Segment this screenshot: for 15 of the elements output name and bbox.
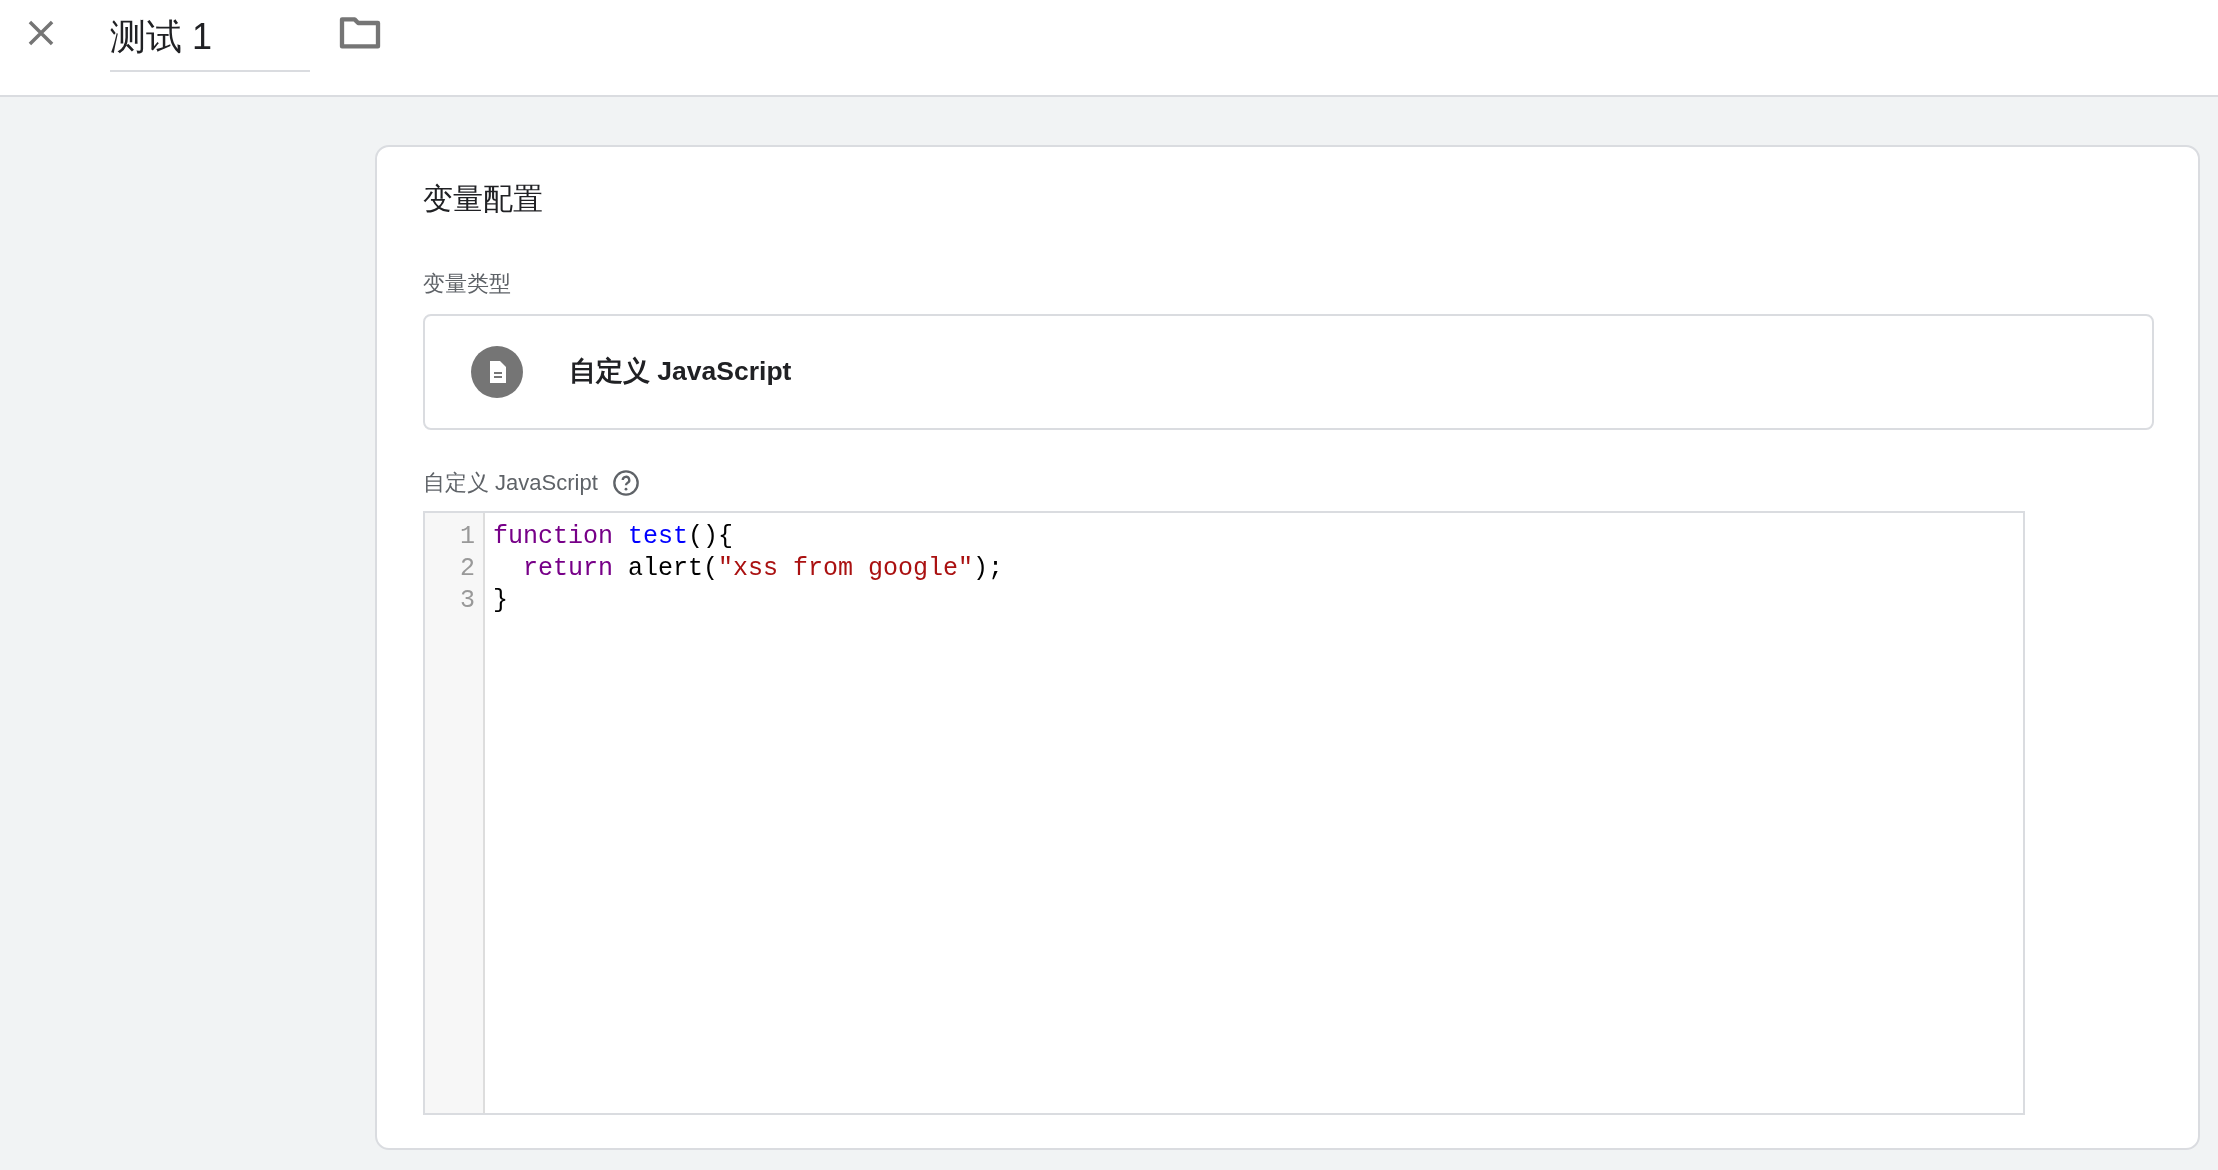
field-label: 变量类型 xyxy=(423,270,512,298)
code-line: function test(){ xyxy=(493,521,735,553)
line-number: 1 xyxy=(459,521,476,553)
code-editor[interactable]: 1 2 3 function test(){ return alert("xss from google"); } xyxy=(423,511,2025,1115)
document-icon xyxy=(471,346,523,398)
line-number: 2 xyxy=(459,553,476,585)
folder-icon[interactable] xyxy=(338,14,382,50)
code-line: return alert("xss from google"); xyxy=(522,553,1005,585)
card-heading: 变量配置 xyxy=(423,181,544,217)
variable-type-selector[interactable]: 自定义 JavaScript xyxy=(423,314,2154,430)
variable-type-name: 自定义 JavaScript xyxy=(569,355,792,389)
field-label: 自定义 JavaScript xyxy=(423,469,598,497)
line-number: 3 xyxy=(459,585,476,617)
code-line: } xyxy=(493,585,509,617)
help-icon[interactable] xyxy=(611,468,640,497)
